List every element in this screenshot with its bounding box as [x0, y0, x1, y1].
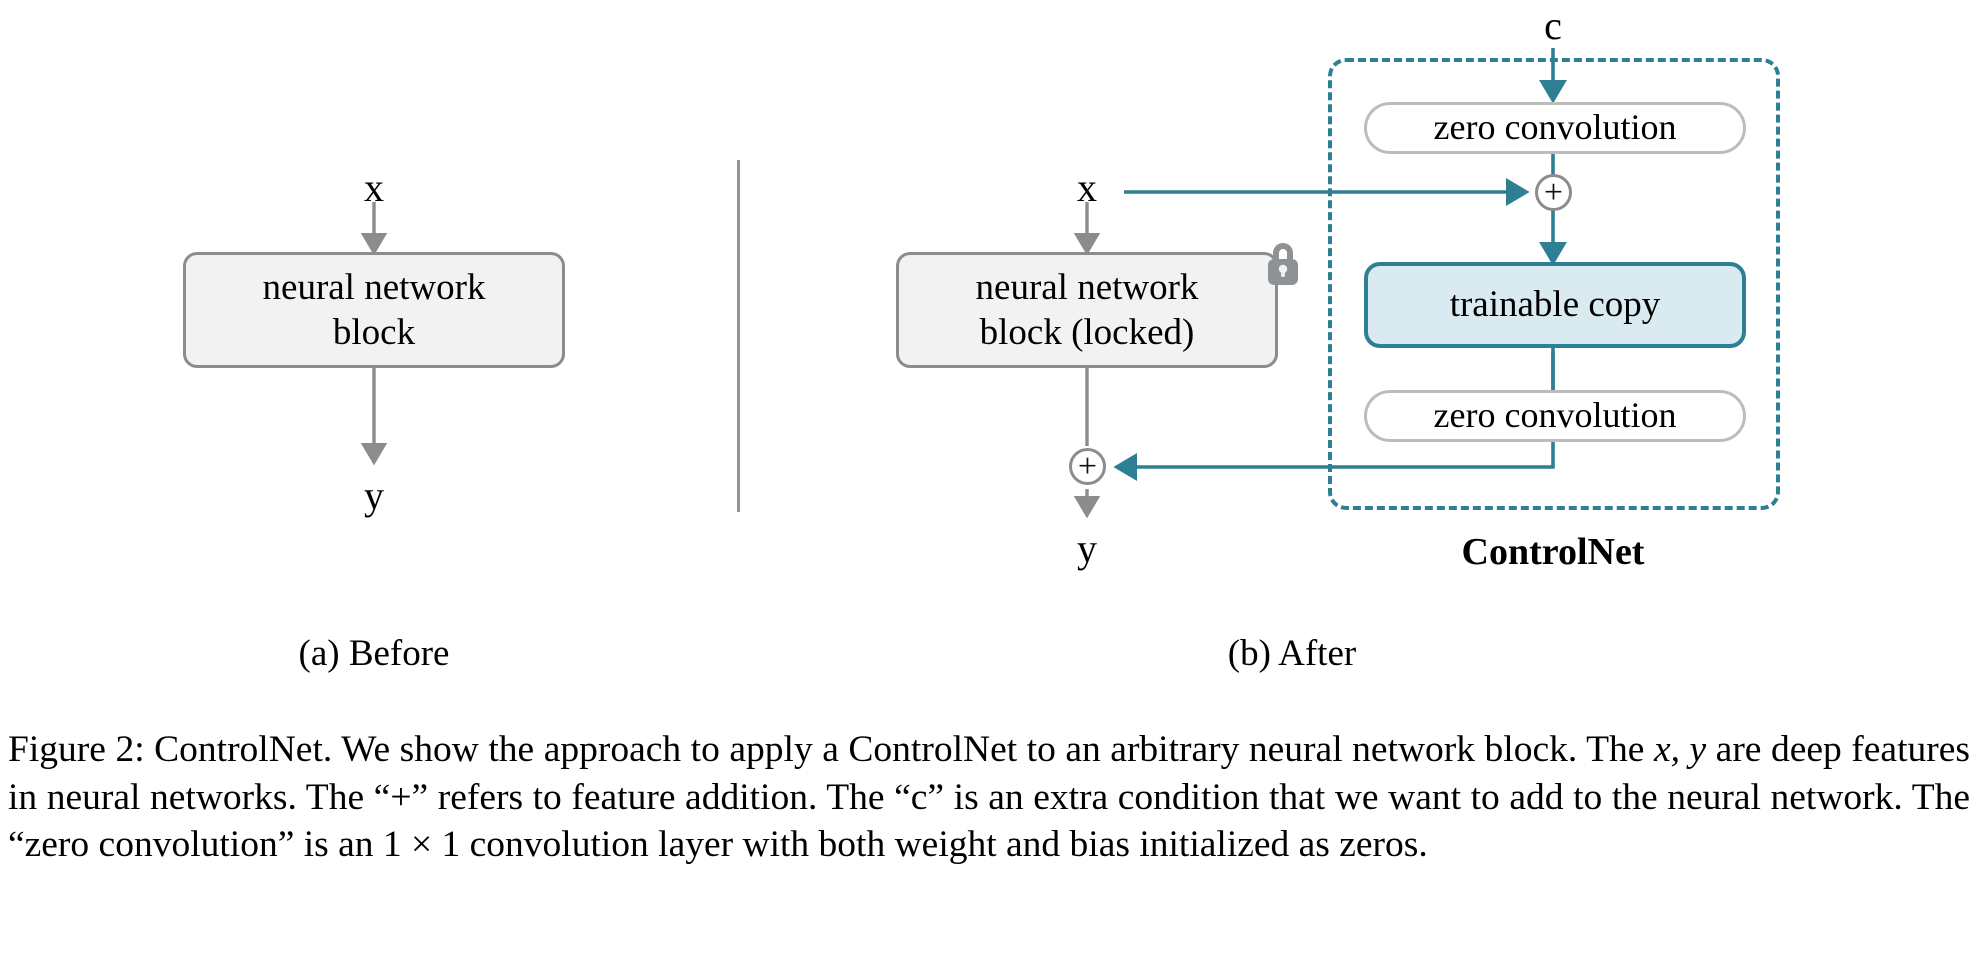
label-c: c — [1544, 3, 1562, 48]
plus-symbol-top: + — [1543, 173, 1564, 211]
block-line-1: neural network — [262, 266, 486, 308]
label-x-after: x — [1077, 165, 1097, 210]
caption-lead: Figure 2: ControlNet. We show the approa… — [8, 729, 1654, 770]
figure-caption: Figure 2: ControlNet. We show the approa… — [8, 726, 1970, 869]
zero-convolution-top[interactable]: zero convolution — [1364, 102, 1746, 154]
panel-label-before: (a) Before — [298, 633, 450, 674]
zero-convolution-bottom-label: zero convolution — [1433, 395, 1677, 436]
caption-math-1x1: 1 × 1 — [382, 824, 461, 866]
block-line-2: block — [332, 312, 416, 353]
plus-symbol-bottom: + — [1077, 447, 1098, 485]
label-x-before: x — [364, 165, 384, 210]
caption-math-xy: x, y — [1653, 729, 1707, 770]
plus-junction-bottom: + — [1069, 448, 1106, 485]
plus-junction-top: + — [1535, 174, 1572, 211]
caption-tail: convolution layer with both weight and b… — [460, 824, 1428, 866]
locked-block-line-1: neural network — [975, 266, 1199, 308]
locked-block-line-2: block (locked) — [979, 312, 1195, 353]
trainable-copy-label: trainable copy — [1449, 284, 1661, 326]
neural-network-block-text: neural network block — [263, 265, 486, 355]
panel-label-after: (b) After — [1227, 633, 1357, 674]
zero-convolution-top-label: zero convolution — [1433, 107, 1677, 148]
zero-convolution-bottom[interactable]: zero convolution — [1364, 390, 1746, 442]
trainable-copy-block[interactable]: trainable copy — [1364, 262, 1746, 348]
neural-network-block[interactable]: neural network block — [183, 252, 565, 368]
label-y-before: y — [364, 473, 384, 518]
controlnet-label: ControlNet — [1461, 531, 1645, 573]
locked-block-text: neural network block (locked) — [976, 265, 1199, 355]
neural-network-block-locked[interactable]: neural network block (locked) — [896, 252, 1278, 368]
lock-icon — [1259, 238, 1307, 294]
panel-divider — [737, 160, 740, 512]
label-y-after: y — [1077, 526, 1097, 571]
figure-canvas: x neural network block y (a) Before c ze… — [0, 0, 1977, 955]
